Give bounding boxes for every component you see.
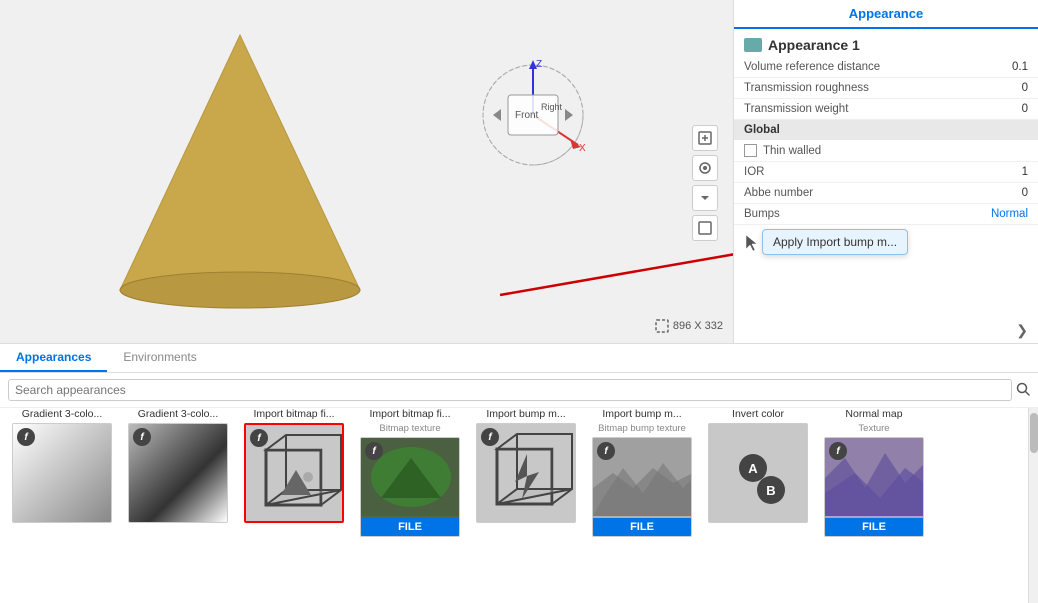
grid-item-3[interactable]: Import bitmap fi... Bitmap texture FILE … bbox=[356, 408, 464, 537]
viewport-3d: Z X Front Right bbox=[0, 0, 733, 343]
viewport-controls bbox=[692, 125, 718, 241]
svg-text:X: X bbox=[579, 143, 586, 154]
grid-item-1[interactable]: Gradient 3-colo... f bbox=[124, 408, 232, 537]
file-badge-3: FILE bbox=[361, 518, 459, 536]
thin-walled-label: Thin walled bbox=[763, 145, 821, 157]
grid-item-5-label: Import bump m... bbox=[588, 408, 696, 420]
grid-item-7-sublabel: Texture bbox=[858, 423, 889, 434]
grid-item-5-sublabel: Bitmap bump texture bbox=[598, 423, 686, 434]
appearance-title: Appearance 1 bbox=[734, 29, 1038, 57]
appearance-title-text: Appearance 1 bbox=[768, 37, 860, 53]
viewport: Z X Front Right bbox=[0, 0, 733, 343]
items-grid: Gradient 3-colo... f Gradient 3-colo... … bbox=[0, 408, 1028, 545]
b-badge: B bbox=[757, 476, 785, 504]
items-scrollbar[interactable] bbox=[1028, 408, 1038, 603]
bump-tooltip[interactable]: Apply Import bump m... bbox=[762, 229, 908, 255]
prop-bumps-label: Bumps bbox=[744, 208, 780, 220]
svg-text:Front: Front bbox=[515, 110, 539, 121]
svg-text:Z: Z bbox=[536, 59, 542, 70]
grid-item-6-label: Invert color bbox=[704, 408, 812, 420]
f-badge-3: f bbox=[365, 442, 383, 460]
grid-item-7[interactable]: Normal map Texture FILE f bbox=[820, 408, 928, 537]
tab-appearances[interactable]: Appearances bbox=[0, 344, 107, 372]
bottom-tabs: Appearances Environments bbox=[0, 344, 1038, 373]
svg-text:Right: Right bbox=[541, 102, 563, 112]
prop-trans-weight-value: 0 bbox=[998, 103, 1028, 115]
grid-item-3-thumb: FILE f bbox=[360, 437, 460, 537]
grid-item-0[interactable]: Gradient 3-colo... f bbox=[8, 408, 116, 537]
ctrl-btn-1[interactable] bbox=[692, 125, 718, 151]
grid-item-2-label: Import bitmap fi... bbox=[240, 408, 348, 420]
panel-tab-header: Appearance bbox=[734, 0, 1038, 29]
search-button[interactable] bbox=[1016, 382, 1030, 399]
grid-item-4-thumb: f bbox=[476, 423, 576, 523]
items-scroll-container: Gradient 3-colo... f Gradient 3-colo... … bbox=[0, 408, 1038, 603]
appearance-icon bbox=[744, 38, 762, 52]
prop-trans-rough-value: 0 bbox=[998, 82, 1028, 94]
prop-trans-weight-label: Transmission weight bbox=[744, 103, 848, 115]
cone-shape bbox=[80, 20, 400, 313]
bottom-section: Appearances Environments Gradient 3-colo… bbox=[0, 343, 1038, 603]
tab-environments[interactable]: Environments bbox=[107, 344, 212, 372]
nav-cube-area: Z X Front Right bbox=[463, 55, 603, 178]
prop-bumps-value[interactable]: Normal bbox=[991, 208, 1028, 220]
grid-item-0-thumb: f bbox=[12, 423, 112, 523]
prop-volume-ref-label: Volume reference distance bbox=[744, 61, 880, 73]
grid-item-3-label: Import bitmap fi... bbox=[356, 408, 464, 420]
prop-bumps: Bumps Normal bbox=[734, 204, 1038, 225]
f-badge-7: f bbox=[829, 442, 847, 460]
global-section-header: Global bbox=[734, 120, 1038, 140]
prop-volume-ref: Volume reference distance 0.1 bbox=[734, 57, 1038, 78]
prop-ior-label: IOR bbox=[744, 166, 764, 178]
right-panel: Appearance Appearance 1 Volume reference… bbox=[733, 0, 1038, 343]
prop-abbe: Abbe number 0 bbox=[734, 183, 1038, 204]
cursor-icon bbox=[744, 233, 758, 251]
ctrl-btn-dropdown[interactable] bbox=[692, 185, 718, 211]
grid-item-2-thumb: f bbox=[244, 423, 344, 523]
grid-item-5-thumb: FILE f bbox=[592, 437, 692, 537]
grid-item-5[interactable]: Import bump m... Bitmap bump texture FIL… bbox=[588, 408, 696, 537]
ctrl-btn-3[interactable] bbox=[692, 215, 718, 241]
f-badge-4: f bbox=[481, 428, 499, 446]
grid-item-6[interactable]: Invert color A B bbox=[704, 408, 812, 537]
prop-abbe-value: 0 bbox=[998, 187, 1028, 199]
f-badge-2: f bbox=[250, 429, 268, 447]
f-badge-1: f bbox=[133, 428, 151, 446]
prop-ior: IOR 1 bbox=[734, 162, 1038, 183]
props-list: Volume reference distance 0.1 Transmissi… bbox=[734, 57, 1038, 318]
prop-thin-walled: Thin walled bbox=[734, 140, 1038, 162]
grid-item-7-label: Normal map bbox=[820, 408, 928, 420]
prop-trans-weight: Transmission weight 0 bbox=[734, 99, 1038, 120]
grid-item-2[interactable]: Import bitmap fi... f bbox=[240, 408, 348, 537]
panel-chevron[interactable]: ❯ bbox=[734, 318, 1038, 343]
search-input[interactable] bbox=[8, 379, 1012, 401]
panel-tab-label: Appearance bbox=[849, 6, 923, 21]
prop-trans-rough-label: Transmission roughness bbox=[744, 82, 869, 94]
items-area: Gradient 3-colo... f Gradient 3-colo... … bbox=[0, 408, 1028, 603]
thin-walled-checkbox[interactable] bbox=[744, 144, 757, 157]
grid-item-4-label: Import bump m... bbox=[472, 408, 580, 420]
bump-tooltip-wrapper: Apply Import bump m... bbox=[742, 229, 1030, 255]
grid-item-4[interactable]: Import bump m... f bbox=[472, 408, 580, 537]
grid-item-7-thumb: FILE f bbox=[824, 437, 924, 537]
grid-item-1-label: Gradient 3-colo... bbox=[124, 408, 232, 420]
grid-item-6-thumb: A B bbox=[708, 423, 808, 523]
file-badge-5: FILE bbox=[593, 518, 691, 536]
search-bar bbox=[0, 373, 1038, 408]
f-badge-0: f bbox=[17, 428, 35, 446]
prop-trans-rough: Transmission roughness 0 bbox=[734, 78, 1038, 99]
dimension-label: 896 X 332 bbox=[655, 319, 723, 333]
file-badge-7: FILE bbox=[825, 518, 923, 536]
prop-abbe-label: Abbe number bbox=[744, 187, 813, 199]
ctrl-btn-2[interactable] bbox=[692, 155, 718, 181]
items-scrollbar-thumb[interactable] bbox=[1030, 413, 1038, 453]
prop-ior-value: 1 bbox=[998, 166, 1028, 178]
prop-volume-ref-value: 0.1 bbox=[998, 61, 1028, 73]
main-container: Z X Front Right bbox=[0, 0, 1038, 343]
grid-item-1-thumb: f bbox=[128, 423, 228, 523]
f-badge-5: f bbox=[597, 442, 615, 460]
grid-item-3-sublabel: Bitmap texture bbox=[379, 423, 440, 434]
red-arrow bbox=[450, 240, 733, 300]
grid-item-0-label: Gradient 3-colo... bbox=[8, 408, 116, 420]
